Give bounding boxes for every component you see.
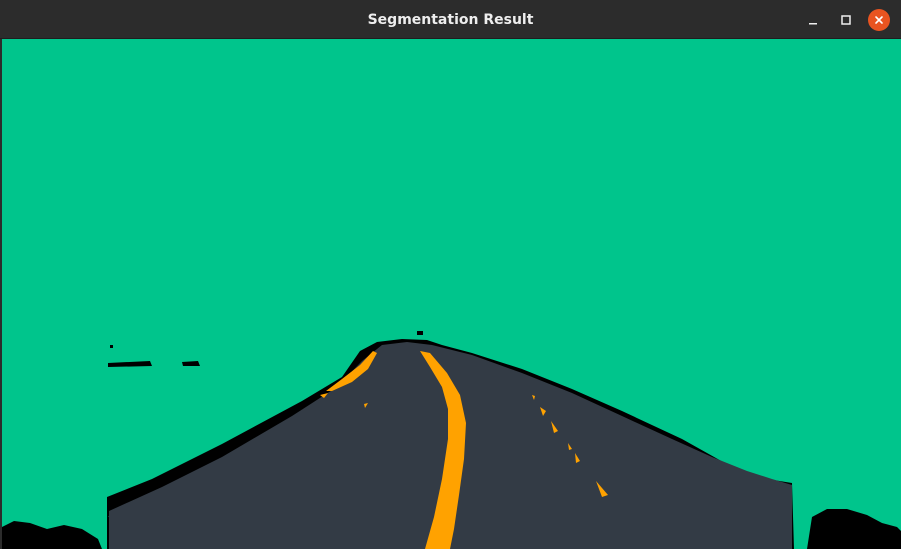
close-button[interactable] xyxy=(868,9,890,31)
speck-region xyxy=(110,345,113,348)
maximize-button[interactable] xyxy=(835,9,857,31)
window-title: Segmentation Result xyxy=(367,12,534,28)
minimize-icon xyxy=(809,23,817,25)
speck-region xyxy=(417,331,423,335)
titlebar[interactable]: Segmentation Result xyxy=(0,0,901,39)
minimize-button[interactable] xyxy=(802,9,824,31)
close-icon xyxy=(875,16,883,24)
maximize-icon xyxy=(841,15,851,25)
app-window: Segmentation Result xyxy=(0,0,901,549)
segmentation-image xyxy=(2,39,901,549)
